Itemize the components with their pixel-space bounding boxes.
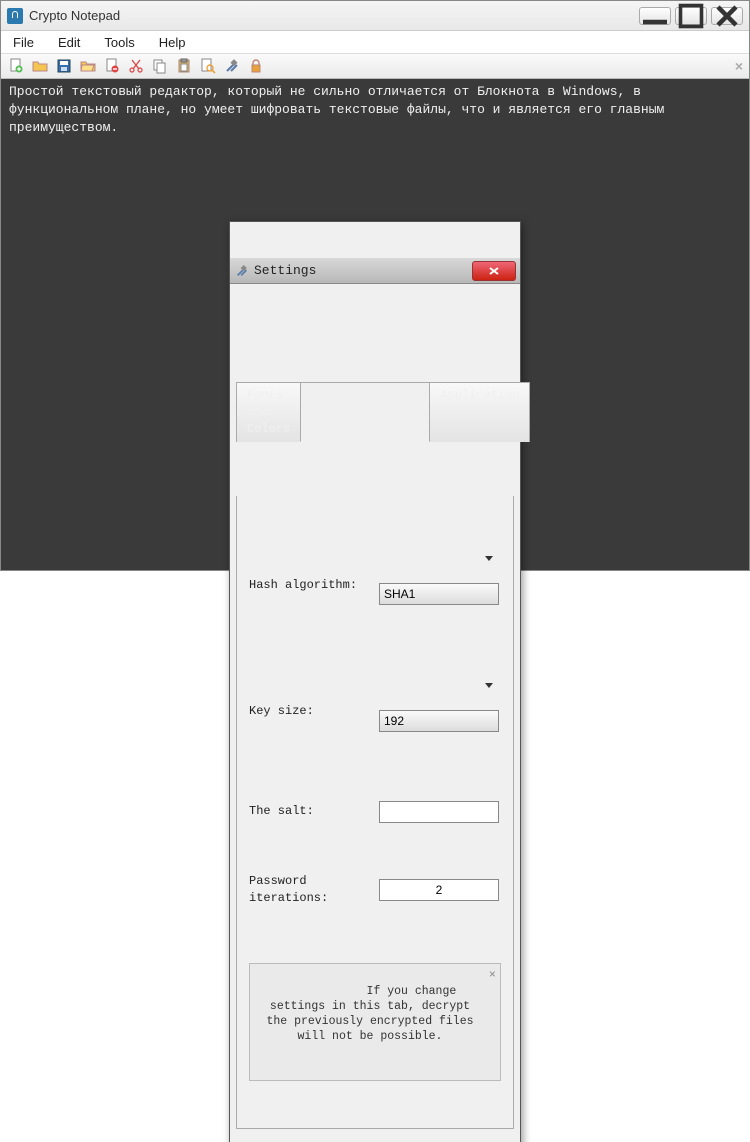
window-controls bbox=[639, 7, 743, 25]
settings-dialog: Settings Fonts and Colors Encrypt/Decryp… bbox=[229, 221, 521, 1142]
maximize-button[interactable] bbox=[675, 7, 707, 25]
iterations-input[interactable] bbox=[379, 879, 499, 901]
new-file-icon[interactable] bbox=[7, 57, 25, 75]
titlebar: Crypto Notepad bbox=[1, 1, 749, 31]
dialog-title: Settings bbox=[254, 262, 472, 280]
row-keysize: Key size: 192 bbox=[249, 674, 501, 751]
minimize-button[interactable] bbox=[639, 7, 671, 25]
tab-application[interactable]: Application bbox=[429, 382, 530, 441]
editor-area[interactable]: Простой текстовый редактор, который не с… bbox=[1, 79, 749, 570]
toolbar-close-icon[interactable]: × bbox=[735, 58, 743, 74]
label-keysize: Key size: bbox=[249, 703, 379, 720]
settings-tabs: Fonts and Colors Encrypt/Decrypt Applica… bbox=[236, 381, 514, 441]
hash-select[interactable]: SHA1 bbox=[379, 583, 499, 605]
warning-text: If you change settings in this tab, decr… bbox=[266, 985, 480, 1043]
toolbar: × bbox=[1, 53, 749, 79]
editor-content: Простой текстовый редактор, который не с… bbox=[9, 84, 672, 135]
label-iterations: Password iterations: bbox=[249, 873, 379, 907]
menu-help[interactable]: Help bbox=[155, 33, 190, 52]
window-title: Crypto Notepad bbox=[29, 8, 639, 23]
wrench-icon bbox=[234, 263, 250, 279]
main-window: Crypto Notepad File Edit Tools Help bbox=[0, 0, 750, 571]
close-button[interactable] bbox=[711, 7, 743, 25]
cut-icon[interactable] bbox=[127, 57, 145, 75]
delete-file-icon[interactable] bbox=[103, 57, 121, 75]
warning-close-icon[interactable]: × bbox=[489, 968, 496, 984]
menu-file[interactable]: File bbox=[9, 33, 38, 52]
settings-icon[interactable] bbox=[223, 57, 241, 75]
row-salt: The salt: bbox=[249, 801, 501, 823]
label-hash: Hash algorithm: bbox=[249, 577, 379, 594]
keysize-select-wrap: 192 bbox=[379, 674, 499, 751]
tab-encrypt-decrypt[interactable]: Encrypt/Decrypt bbox=[300, 382, 430, 441]
find-icon[interactable] bbox=[199, 57, 217, 75]
tab-panel-encrypt: Hash algorithm: SHA1 Key size: 192 bbox=[236, 496, 514, 1129]
open-folder-icon[interactable] bbox=[79, 57, 97, 75]
keysize-select[interactable]: 192 bbox=[379, 710, 499, 732]
menu-edit[interactable]: Edit bbox=[54, 33, 84, 52]
tab-fonts-colors[interactable]: Fonts and Colors bbox=[236, 382, 301, 441]
save-icon[interactable] bbox=[55, 57, 73, 75]
label-salt: The salt: bbox=[249, 803, 379, 820]
row-iterations: Password iterations: bbox=[249, 873, 501, 907]
dialog-titlebar[interactable]: Settings bbox=[230, 258, 520, 284]
salt-input[interactable] bbox=[379, 801, 499, 823]
menu-tools[interactable]: Tools bbox=[100, 33, 138, 52]
lock-icon[interactable] bbox=[247, 57, 265, 75]
copy-icon[interactable] bbox=[151, 57, 169, 75]
warning-box: If you change settings in this tab, decr… bbox=[249, 963, 501, 1082]
hash-select-wrap: SHA1 bbox=[379, 547, 499, 624]
dialog-body: Fonts and Colors Encrypt/Decrypt Applica… bbox=[230, 339, 520, 1142]
dialog-close-button[interactable] bbox=[472, 261, 516, 281]
paste-icon[interactable] bbox=[175, 57, 193, 75]
row-hash: Hash algorithm: SHA1 bbox=[249, 547, 501, 624]
app-icon bbox=[7, 8, 23, 24]
open-file-icon[interactable] bbox=[31, 57, 49, 75]
menubar: File Edit Tools Help bbox=[1, 31, 749, 53]
